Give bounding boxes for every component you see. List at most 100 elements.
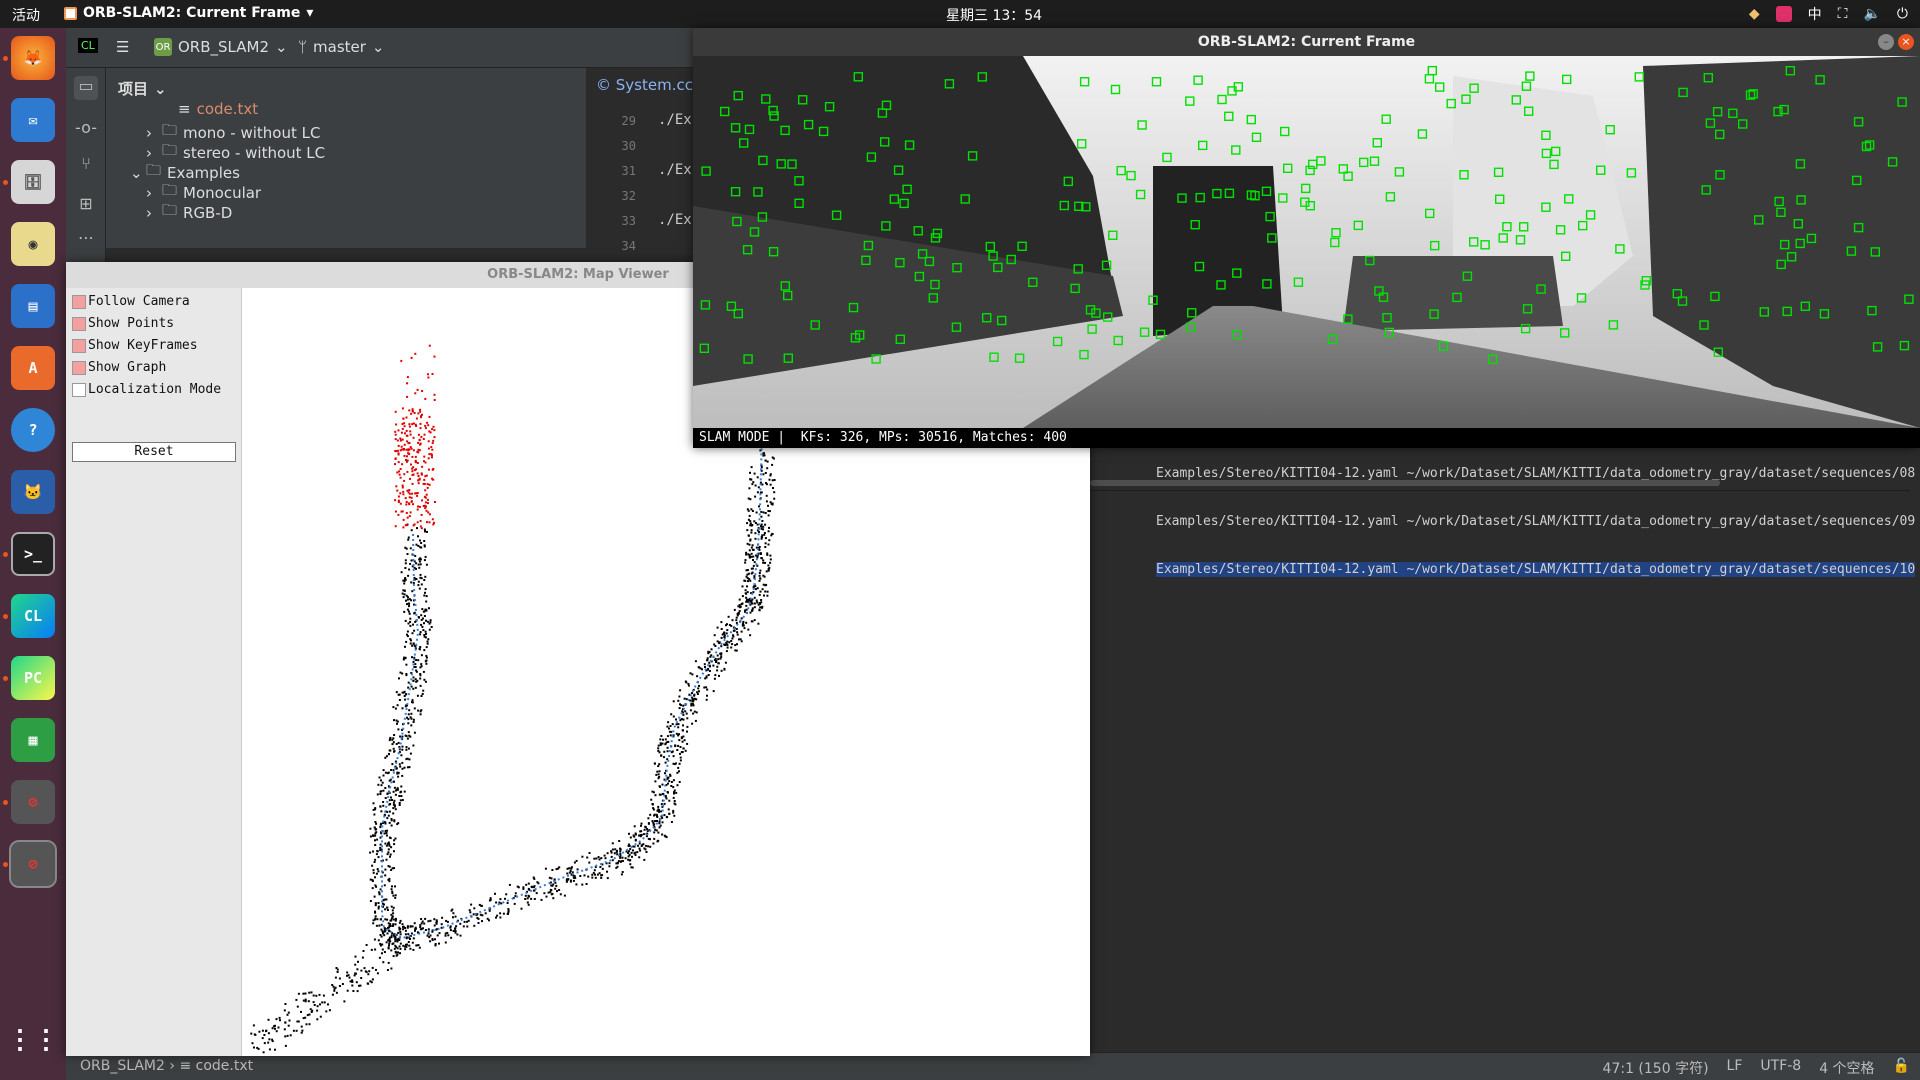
file-encoding[interactable]: UTF-8 — [1760, 1058, 1801, 1078]
tree-item[interactable]: › 🗀 RGB-D — [146, 200, 232, 225]
more-tools-icon[interactable]: ⋯ — [74, 228, 98, 252]
map-point — [301, 1029, 304, 1032]
calc-icon[interactable]: ▦ — [11, 718, 55, 762]
cat-app-icon[interactable]: 🐱 — [11, 470, 55, 514]
terminal-line: Examples/Stereo/KITTI04-12.yaml ~/work/D… — [1156, 562, 1916, 577]
map-point — [417, 616, 420, 618]
ide-logo-icon[interactable]: CL — [78, 38, 98, 53]
main-menu-icon[interactable]: ☰ — [116, 38, 129, 56]
project-view-selector[interactable]: 项目 ⌄ — [118, 78, 167, 99]
map-point — [419, 631, 422, 634]
map-point — [411, 632, 414, 635]
minimize-icon[interactable]: – — [1878, 34, 1894, 50]
blocked-app-icon[interactable]: ⊘ — [11, 780, 55, 824]
pull-requests-icon[interactable]: ⑂ — [74, 154, 98, 178]
option-follow-camera[interactable]: Follow Camera — [72, 294, 190, 309]
chevron-right-icon[interactable]: › — [146, 124, 156, 142]
rhythmbox-icon[interactable]: ◉ — [11, 222, 55, 266]
checkbox[interactable] — [72, 360, 86, 375]
option-show-keyframes[interactable]: Show KeyFrames — [72, 338, 198, 353]
map-point — [673, 814, 676, 817]
map-point — [762, 574, 765, 577]
map-point — [730, 640, 733, 642]
volume-icon[interactable]: 🔈 — [1863, 6, 1880, 22]
map-point — [653, 831, 656, 834]
blocked-app-icon-2[interactable]: ⊘ — [9, 840, 57, 888]
thunderbird-icon[interactable]: ✉ — [11, 98, 55, 142]
software-icon[interactable]: A — [11, 346, 55, 390]
checkbox[interactable] — [72, 316, 86, 331]
option-localization-mode[interactable]: Localization Mode — [72, 382, 221, 397]
cursor-position[interactable]: 47:1 (150 字符) — [1603, 1058, 1709, 1078]
help-icon[interactable]: ? — [11, 408, 55, 452]
horizontal-scrollbar[interactable] — [1090, 480, 1720, 486]
local-map-point — [422, 438, 425, 440]
close-icon[interactable]: × — [1898, 34, 1914, 50]
network-icon[interactable]: ⛶ — [1838, 6, 1848, 22]
map-point — [316, 1009, 319, 1012]
writer-icon[interactable]: ▤ — [11, 284, 55, 328]
branch-selector[interactable]: ᛘ master ⌄ — [298, 38, 385, 56]
power-icon[interactable]: ⏻ — [1897, 6, 1908, 22]
map-point — [389, 778, 392, 781]
map-point — [397, 772, 400, 775]
map-point — [767, 568, 770, 571]
clion-icon[interactable]: CL — [11, 594, 55, 638]
breadcrumb-file[interactable]: code.txt — [196, 1058, 253, 1074]
activities-button[interactable]: 活动 — [12, 5, 40, 25]
project-tool-icon[interactable]: ▭ — [74, 76, 98, 100]
map-point — [415, 670, 418, 673]
cat-tray-icon[interactable]: ◆ — [1749, 6, 1760, 22]
app-menu[interactable]: ORB-SLAM2: Current Frame ▾ — [64, 5, 313, 21]
chevron-down-icon[interactable]: ⌄ — [130, 164, 143, 182]
reset-button[interactable]: Reset — [72, 442, 236, 462]
map-point — [409, 642, 412, 645]
structure-icon[interactable]: ⊞ — [74, 194, 98, 218]
map-point — [744, 589, 747, 592]
map-point — [388, 844, 391, 847]
lock-icon[interactable]: 🔓 — [1893, 1058, 1910, 1078]
chevron-right-icon[interactable]: › — [146, 204, 156, 222]
commit-tool-icon[interactable]: -o- — [74, 118, 98, 142]
local-map-point — [394, 525, 397, 528]
checkbox[interactable] — [72, 338, 86, 353]
project-selector[interactable]: OR ORB_SLAM2 ⌄ — [154, 38, 288, 56]
local-map-point — [394, 430, 397, 433]
files-icon[interactable]: 🗄 — [11, 160, 55, 204]
terminal-icon[interactable]: >_ — [11, 532, 55, 576]
terminal-output[interactable]: Examples/Stereo/KITTI04-12.yaml ~/work/D… — [1156, 466, 1920, 666]
tab-system-cc[interactable]: © System.cc — [596, 76, 693, 94]
checkbox[interactable] — [72, 294, 86, 309]
map-point — [397, 741, 400, 744]
map-point — [673, 792, 675, 795]
map-point — [678, 770, 680, 773]
map-point — [254, 1033, 257, 1036]
chevron-right-icon[interactable]: › — [146, 144, 156, 162]
map-point — [402, 691, 405, 694]
indent-setting[interactable]: 4 个空格 — [1819, 1058, 1874, 1078]
map-point — [746, 585, 748, 588]
app-tray-icon[interactable] — [1775, 6, 1792, 22]
pycharm-icon[interactable]: PC — [11, 656, 55, 700]
map-point — [406, 603, 408, 606]
option-show-graph[interactable]: Show Graph — [72, 360, 166, 375]
option-show-points[interactable]: Show Points — [72, 316, 174, 331]
show-apps-icon[interactable]: ⋮⋮ — [7, 1018, 59, 1062]
local-map-point — [402, 493, 405, 496]
map-point — [386, 918, 389, 921]
map-point — [454, 931, 457, 934]
map-point — [380, 784, 383, 787]
tree-item[interactable]: ≡ code.txt — [162, 100, 258, 118]
map-point — [666, 750, 669, 753]
map-point — [418, 587, 421, 590]
chevron-right-icon[interactable]: › — [146, 184, 156, 202]
clock[interactable]: 星期三 13：54 — [946, 5, 1042, 25]
map-point — [502, 912, 505, 915]
checkbox[interactable] — [72, 382, 86, 397]
current-frame-title[interactable]: ORB-SLAM2: Current Frame — [693, 28, 1920, 56]
line-separator[interactable]: LF — [1727, 1058, 1743, 1078]
tree-item-label: mono - without LC — [183, 123, 321, 142]
input-method[interactable]: 中 — [1808, 4, 1822, 24]
breadcrumb-project[interactable]: ORB_SLAM2 — [80, 1058, 165, 1074]
firefox-icon[interactable]: 🦊 — [11, 36, 55, 80]
